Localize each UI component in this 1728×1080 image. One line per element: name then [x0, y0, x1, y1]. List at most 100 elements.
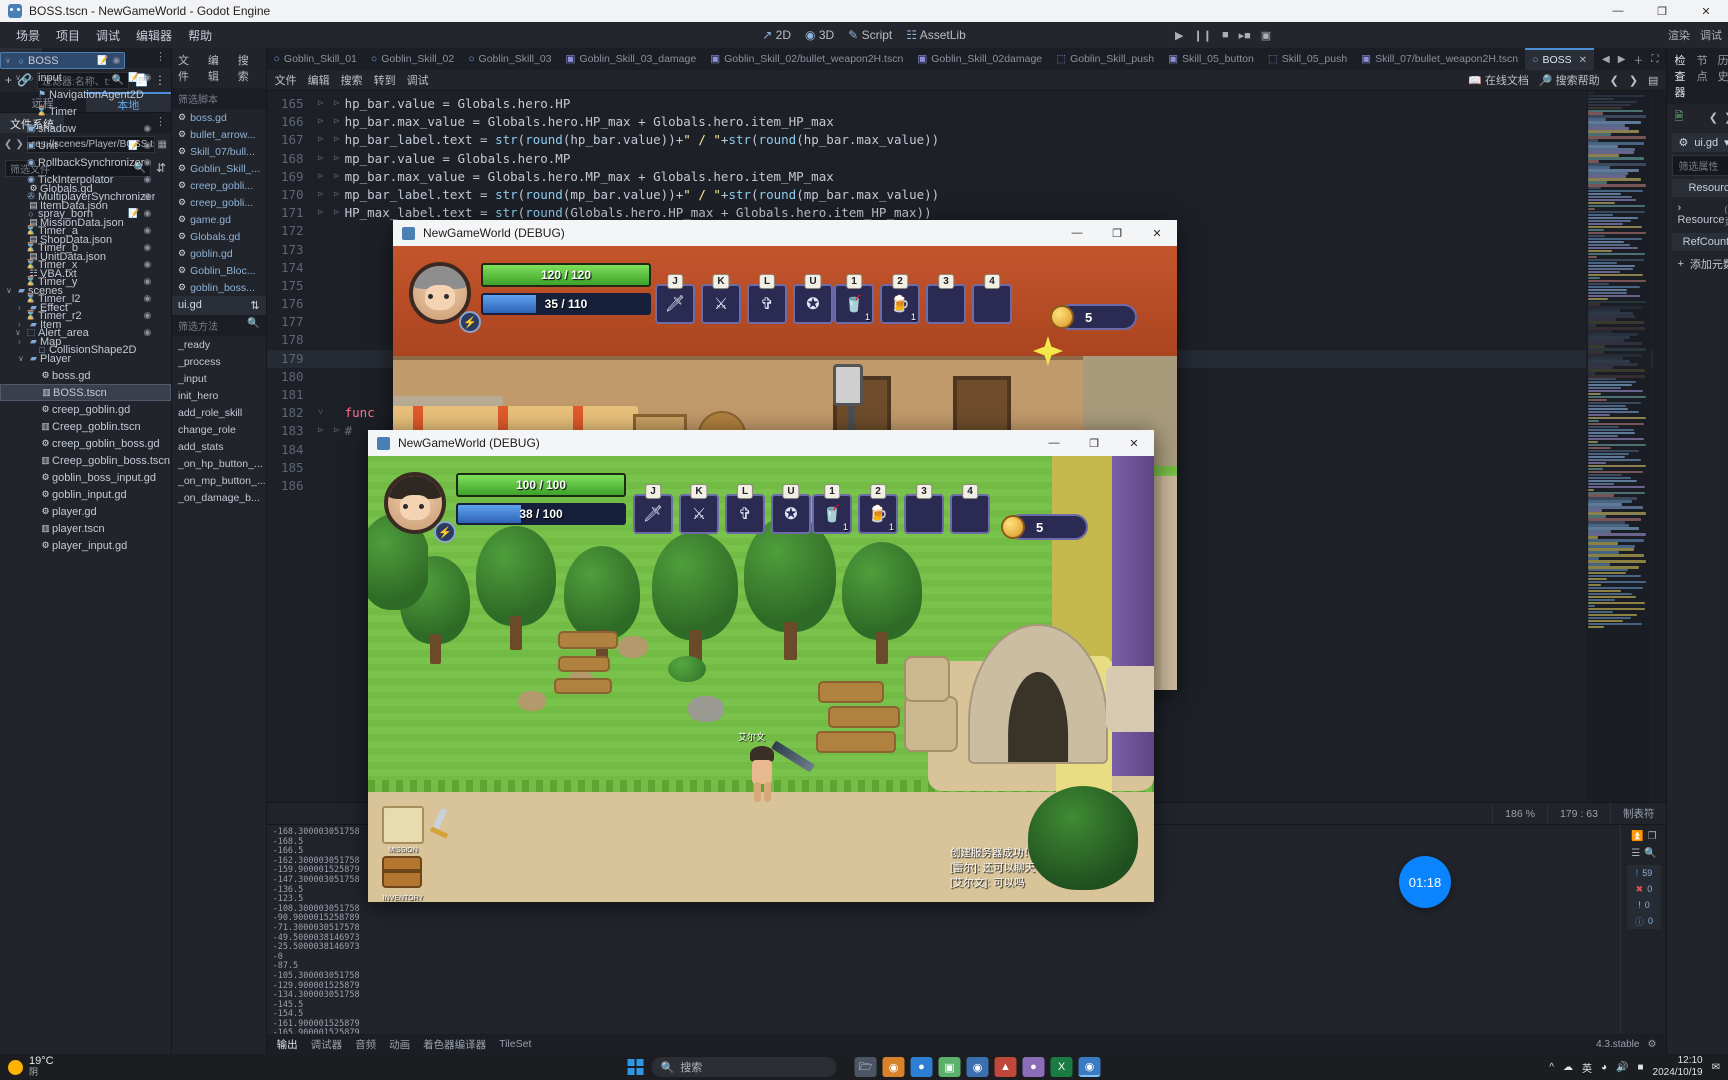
fold-marker[interactable]: [313, 295, 329, 313]
tray-chevron-icon[interactable]: ^: [1549, 1062, 1554, 1073]
method-item--ready[interactable]: _ready: [172, 336, 266, 353]
panel-toggle-icon[interactable]: ▤: [1648, 74, 1658, 87]
menu-scene[interactable]: 场景: [8, 24, 48, 47]
scene-options-icon[interactable]: ⋮: [154, 73, 166, 87]
tree-expand-icon[interactable]: ∨: [15, 328, 24, 337]
fold-marker[interactable]: [313, 331, 329, 349]
pause-button[interactable]: ❙❙: [1194, 29, 1212, 42]
script-tool-search[interactable]: 搜索: [341, 72, 363, 88]
fold-marker[interactable]: [313, 350, 329, 368]
node-action-icons[interactable]: 📝 ◉: [97, 55, 120, 66]
scene-node-timer_r2[interactable]: ⌛ Timer_r2 ◉: [0, 307, 155, 324]
node-action-icons[interactable]: ◉: [144, 225, 152, 236]
node-action-icons[interactable]: ◉: [144, 157, 152, 168]
taskbar-edge-icon[interactable]: ●: [910, 1057, 933, 1077]
scene-node-timer_a[interactable]: ⌛ Timer_a ◉: [0, 222, 155, 239]
game2-close-button[interactable]: ✕: [1114, 430, 1154, 456]
file-item-goblin-input-gd[interactable]: ⚙ goblin_input.gd: [0, 486, 171, 503]
fold-marker[interactable]: ⊳: [313, 186, 329, 204]
fold-marker[interactable]: ⊳: [313, 168, 329, 186]
output-counter-0[interactable]: ! 59: [1626, 865, 1661, 881]
output-counter-2[interactable]: ! 0: [1626, 897, 1661, 913]
inspector-forward-icon[interactable]: ❯: [1724, 111, 1728, 124]
node-action-icons[interactable]: ◉: [144, 293, 152, 304]
editor-scrollbar[interactable]: [1653, 91, 1667, 802]
node-action-icons[interactable]: 📝 ◉: [128, 72, 151, 83]
game1-minimize-button[interactable]: —: [1057, 220, 1097, 246]
windows-start-icon[interactable]: [627, 1059, 644, 1075]
search-help-button[interactable]: 🔎 搜索帮助: [1539, 72, 1600, 88]
node-action-icons[interactable]: 📝 ◉: [128, 208, 151, 219]
file-item-boss-tscn[interactable]: ▥ BOSS.tscn: [0, 384, 171, 401]
indent-mode[interactable]: 制表符: [1609, 802, 1667, 825]
editor-tab-goblin-skill-02[interactable]: ○ Goblin_Skill_02: [364, 48, 461, 70]
code-minimap[interactable]: [1586, 91, 1652, 802]
tab-inspector[interactable]: 检查器: [1674, 52, 1686, 100]
editor-tab-goblin-skill-01[interactable]: ○ Goblin_Skill_01: [267, 48, 364, 70]
tree-expand-icon[interactable]: ∨: [15, 73, 24, 82]
node-action-icons[interactable]: ◉: [144, 276, 152, 287]
inspector-add-metadata[interactable]: + 添加元数据: [1672, 254, 1728, 274]
copy-output-icon[interactable]: ❐: [1648, 831, 1657, 842]
game2-role-badge[interactable]: ⚡: [434, 521, 456, 543]
node-action-icons[interactable]: 📝 ◉: [128, 140, 151, 151]
file-item-goblin-boss-input-gd[interactable]: ⚙ goblin_boss_input.gd: [0, 469, 171, 486]
fold-marker[interactable]: ˅: [313, 404, 329, 422]
editor-tab-boss[interactable]: ○ BOSS ✕: [1525, 48, 1595, 70]
file-item-creep-goblin-boss-tscn[interactable]: ▥ Creep_goblin_boss.tscn: [0, 452, 171, 469]
bottom-tab-audio[interactable]: 音频: [355, 1037, 376, 1052]
game-window-2-controls[interactable]: — ❐ ✕: [1034, 430, 1154, 456]
file-item-player-input-gd[interactable]: ⚙ player_input.gd: [0, 537, 171, 554]
fold-marker[interactable]: [313, 222, 329, 240]
script-item-goblin-skill-[interactable]: ⚙ Goblin_Skill_...: [172, 160, 266, 177]
game1-close-button[interactable]: ✕: [1137, 220, 1177, 246]
play-scene-button[interactable]: ▸■: [1239, 29, 1251, 42]
fold-marker[interactable]: [313, 441, 329, 459]
scene-node-input[interactable]: ∨ ○ input 📝 ◉: [0, 69, 155, 86]
scene-node-boss[interactable]: ∨ ○ BOSS 📝 ◉: [0, 52, 126, 69]
method-item-change-role[interactable]: change_role: [172, 421, 266, 438]
zoom-level[interactable]: 186 %: [1492, 802, 1547, 825]
game1-skill-slot-U[interactable]: U ✪: [793, 274, 833, 324]
clear-output-icon[interactable]: ⏫: [1631, 831, 1643, 842]
code-line-165[interactable]: 165 ⊳ ⊳ hp_bar.value = Globals.hero.HP: [267, 95, 1667, 113]
node-action-icons[interactable]: ◉: [144, 174, 152, 185]
next-script-icon[interactable]: ▶: [1618, 54, 1626, 65]
menu-help[interactable]: 帮助: [180, 24, 220, 47]
new-resource-icon[interactable]: 🗎: [1674, 108, 1683, 127]
script-tool-debug[interactable]: 调试: [407, 72, 429, 88]
scene-node-multiplayersynchronizer[interactable]: ✇ MultiplayerSynchronizer ◉: [0, 188, 155, 205]
mode-script[interactable]: ✎ Script: [848, 28, 892, 42]
tray-volume-icon[interactable]: 🔊: [1616, 1062, 1628, 1073]
fold-marker[interactable]: [313, 277, 329, 295]
bottom-tab-debugger[interactable]: 调试器: [311, 1037, 343, 1052]
screen-recorder-timer[interactable]: 01:18: [1399, 856, 1451, 908]
play-button[interactable]: ▶: [1175, 29, 1183, 42]
scene-node-collisionshape2d[interactable]: □ CollisionShape2D: [0, 341, 155, 358]
game1-item-slot-4[interactable]: 4: [972, 274, 1012, 324]
sort-methods-icon[interactable]: ⇅: [250, 299, 259, 312]
file-item-player-tscn[interactable]: ▥ player.tscn: [0, 520, 171, 537]
mode-3d[interactable]: ◉ 3D: [805, 28, 834, 42]
debug-label[interactable]: 调试: [1700, 27, 1722, 43]
script-item-creep-gobli-[interactable]: ⚙ creep_gobli...: [172, 194, 266, 211]
notification-icon[interactable]: ✉: [1712, 1062, 1720, 1073]
method-filter-input[interactable]: 筛选方法 🔍: [172, 315, 266, 336]
method-item--on-damage-b-[interactable]: _on_damage_b...: [172, 489, 266, 506]
fold-marker[interactable]: ⊳: [313, 422, 329, 440]
scene-node-navigationagent2d[interactable]: ⚑ NavigationAgent2D: [0, 86, 155, 103]
add-script-icon[interactable]: ＋: [1633, 52, 1643, 67]
game2-skill-slot-J[interactable]: J 🗡: [633, 484, 673, 534]
code-line-166[interactable]: 166 ⊳ ⊳ hp_bar.max_value = Globals.hero.HP_…: [267, 113, 1667, 131]
history-forward-icon[interactable]: ❯: [1629, 74, 1638, 87]
tray-battery-icon[interactable]: ■: [1638, 1062, 1644, 1073]
game2-minimize-button[interactable]: —: [1034, 430, 1074, 456]
menu-project[interactable]: 项目: [48, 24, 88, 47]
fold-marker[interactable]: [313, 313, 329, 331]
close-button[interactable]: ✕: [1684, 0, 1728, 22]
scene-node-tickinterpolator[interactable]: ◉ TickInterpolator ◉: [0, 171, 155, 188]
game1-maximize-button[interactable]: ❐: [1097, 220, 1137, 246]
fold-marker[interactable]: [313, 241, 329, 259]
tray-cloud-icon[interactable]: ☁: [1563, 1062, 1573, 1073]
inspector-row-resource[interactable]: › Resource (1 处更改): [1672, 200, 1728, 230]
